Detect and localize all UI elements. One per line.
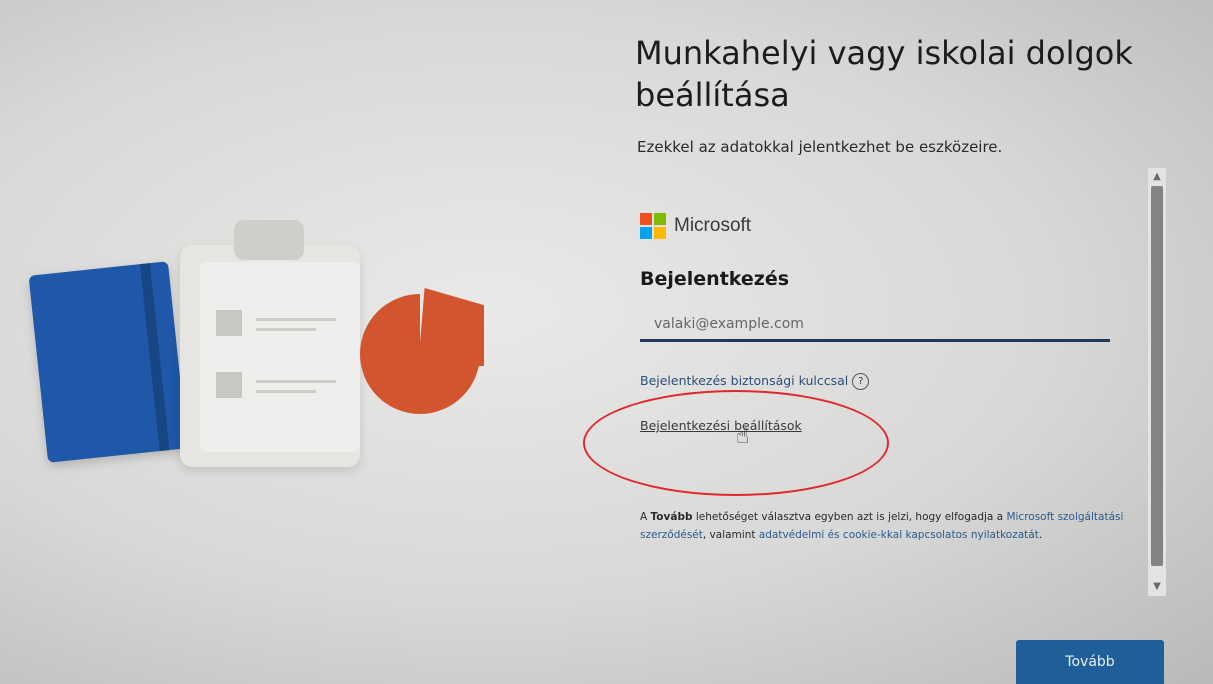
checklist-sheet — [200, 262, 360, 452]
signin-options-link[interactable]: Bejelentkezési beállítások — [640, 418, 802, 433]
email-input[interactable] — [640, 308, 1110, 342]
scroll-thumb[interactable] — [1151, 186, 1163, 566]
page-title: Munkahelyi vagy iskolai dolgok beállítás… — [635, 34, 1133, 114]
legal-bold-next: Tovább — [650, 511, 693, 523]
security-key-signin-link[interactable]: Bejelentkezés biztonsági kulccsal? — [640, 373, 870, 390]
scroll-up-arrow-icon[interactable]: ▲ — [1150, 170, 1164, 184]
microsoft-logo-icon — [640, 213, 666, 239]
microsoft-brand-text: Microsoft — [674, 215, 752, 236]
help-icon[interactable]: ? — [852, 373, 870, 390]
illustration — [0, 0, 600, 684]
next-button[interactable]: Tovább — [1016, 640, 1164, 684]
panel-scrollbar[interactable]: ▲ ▼ — [1148, 168, 1166, 596]
scroll-down-arrow-icon[interactable]: ▼ — [1150, 580, 1164, 594]
notebook-illustration — [28, 261, 188, 463]
security-key-link-label[interactable]: Bejelentkezés biztonsági kulccsal — [640, 373, 848, 388]
microsoft-logo: Microsoft — [640, 213, 751, 239]
page-subtitle: Ezekkel az adatokkal jelentkezhet be esz… — [637, 138, 1003, 156]
legal-text: A Tovább lehetőséget választva egyben az… — [640, 511, 1124, 541]
privacy-link[interactable]: adatvédelmi és cookie-kkal kapcsolatos n… — [759, 529, 1039, 541]
clipboard-clip — [234, 220, 304, 260]
pie-slice-illustration — [418, 288, 484, 366]
hand-pointer-cursor-icon: ☝ — [736, 424, 750, 449]
signin-heading: Bejelentkezés — [640, 268, 790, 290]
